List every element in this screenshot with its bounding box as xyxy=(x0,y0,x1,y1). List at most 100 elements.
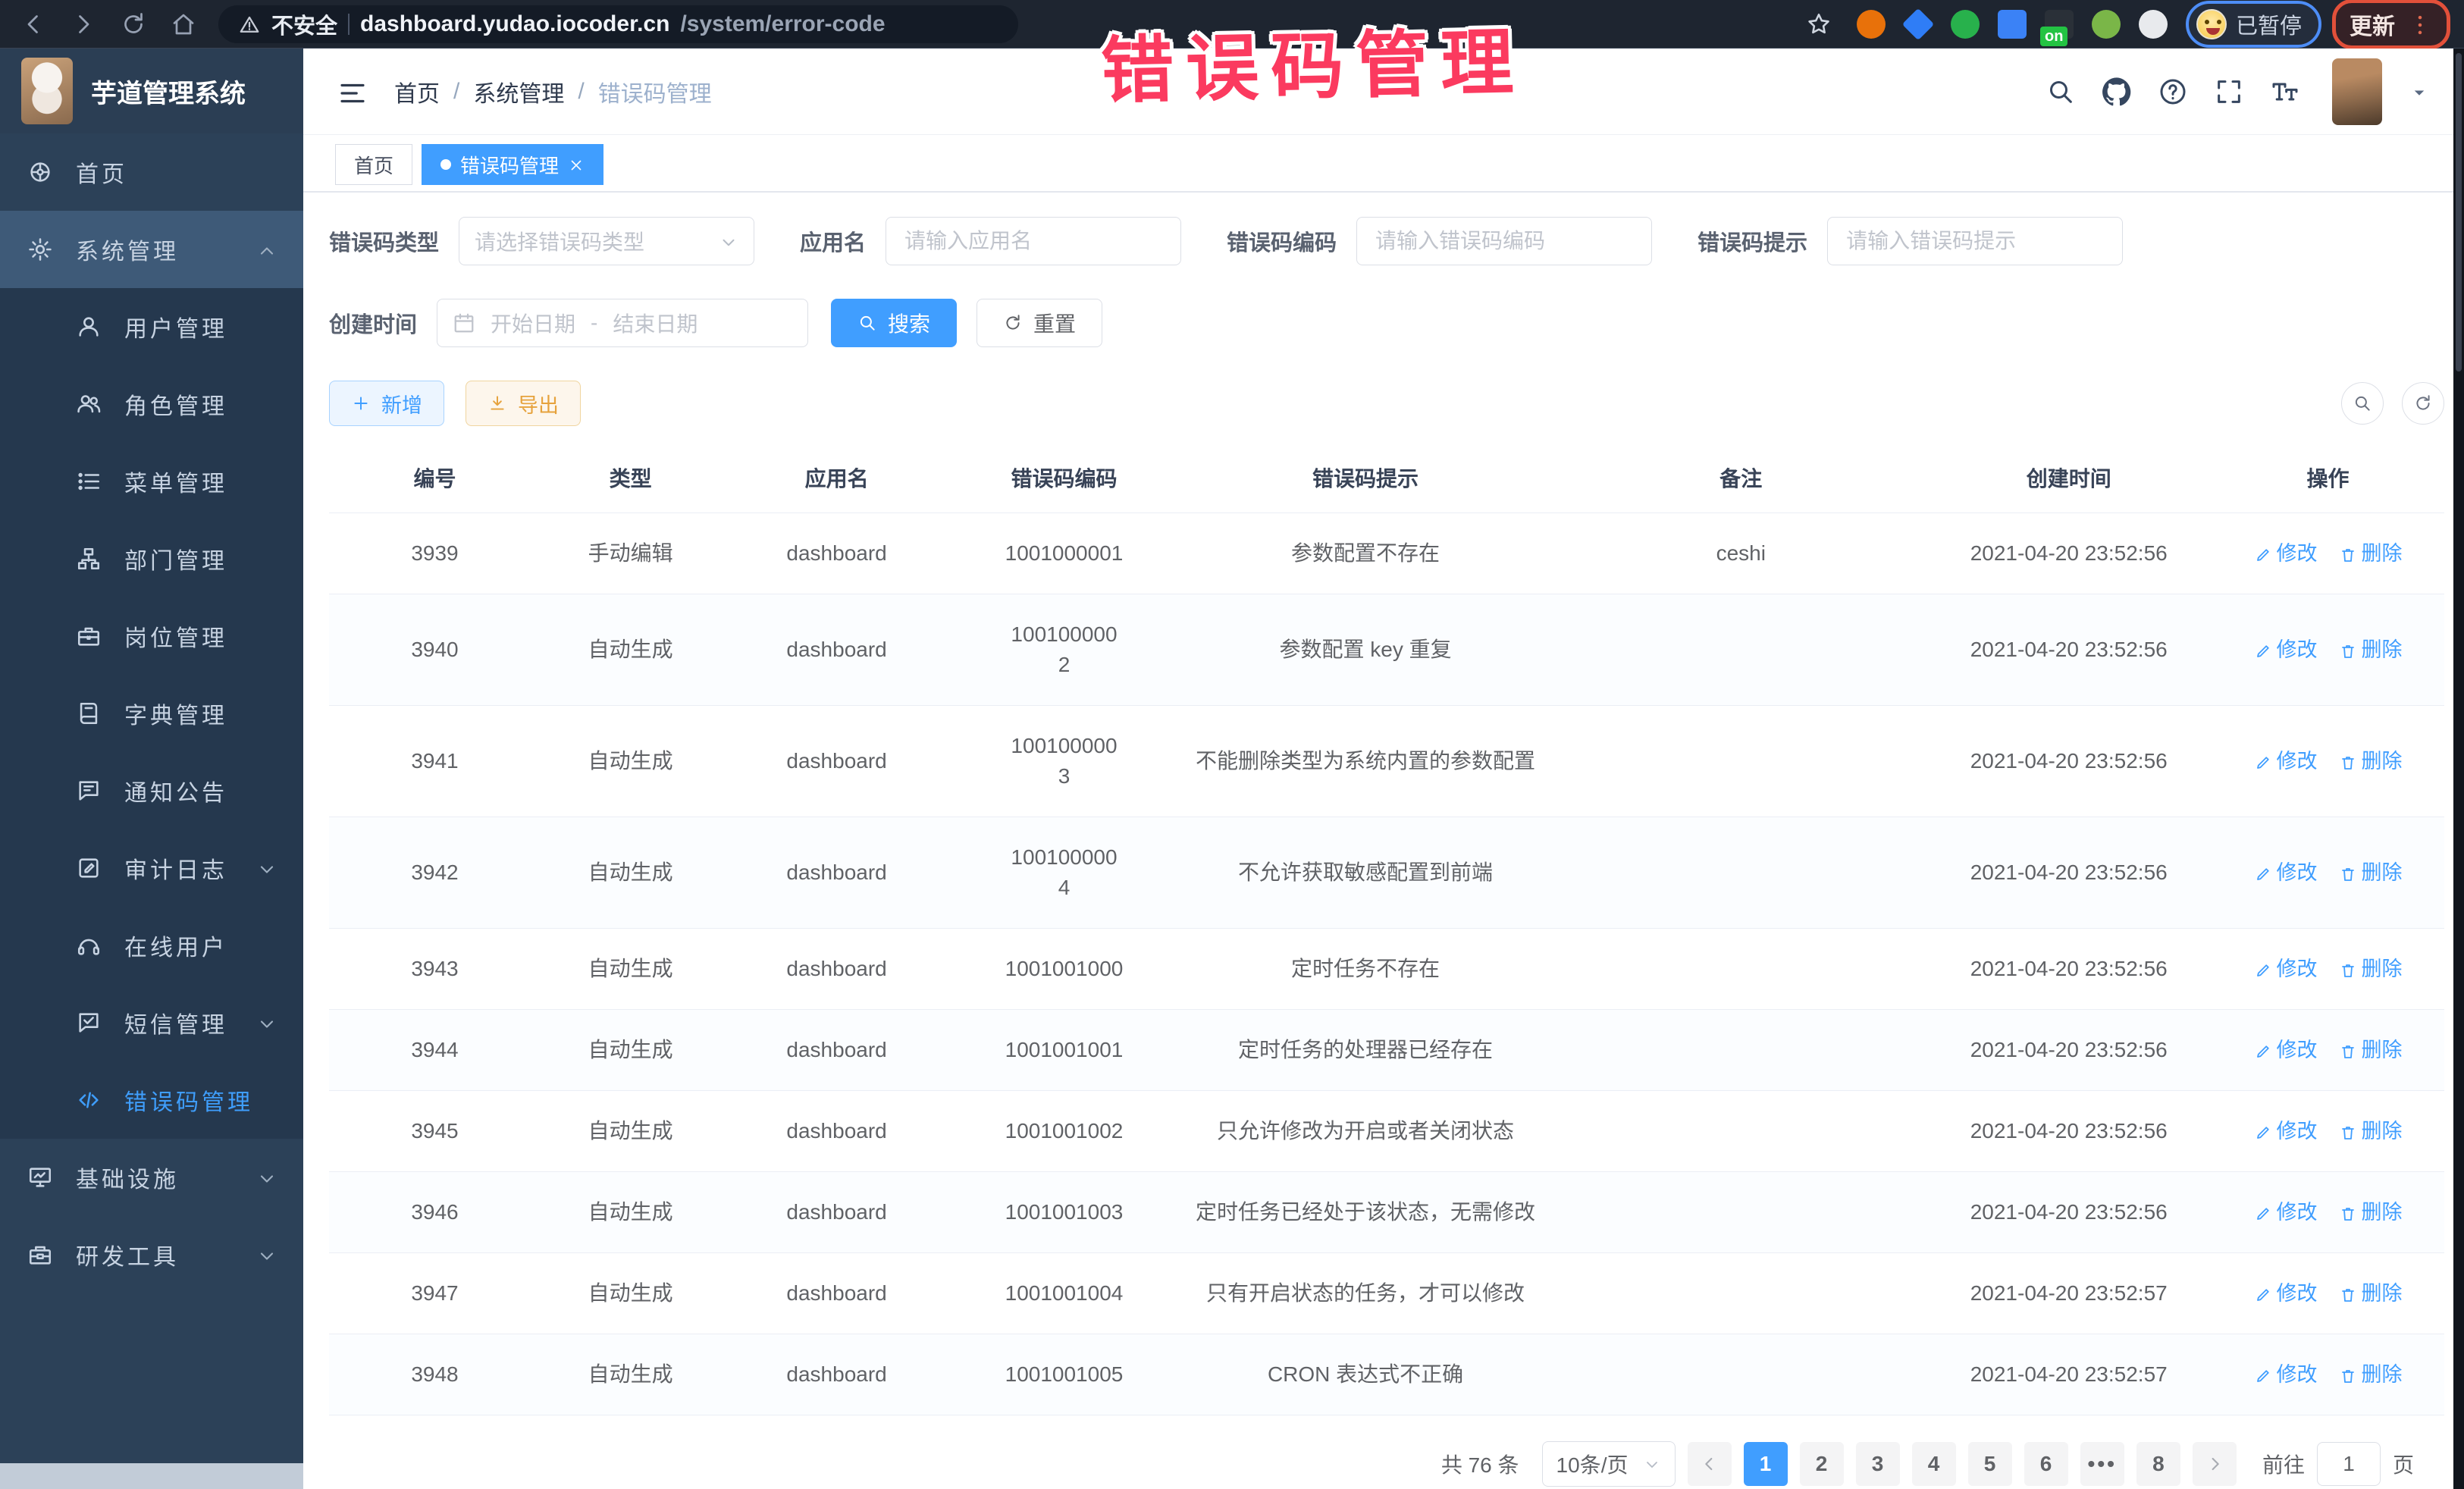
edit-link[interactable]: 修改 xyxy=(2254,1201,2318,1224)
delete-link[interactable]: 删除 xyxy=(2339,1363,2403,1386)
toggle-search-button[interactable] xyxy=(2341,382,2384,425)
delete-link[interactable]: 删除 xyxy=(2339,1201,2403,1224)
table-row[interactable]: 3939手动编辑dashboard1001000001参数配置不存在ceshi2… xyxy=(329,513,2444,594)
table-row[interactable]: 3943自动生成dashboard1001001000定时任务不存在2021-0… xyxy=(329,929,2444,1010)
user-menu-caret-icon[interactable] xyxy=(2408,79,2431,105)
sidebar-item-1[interactable]: 系统管理 xyxy=(0,211,303,288)
sidebar-item-8[interactable]: 通知公告 xyxy=(0,752,303,829)
table-row[interactable]: 3940自动生成dashboard1001000002参数配置 key 重复20… xyxy=(329,594,2444,706)
collapse-menu-icon[interactable] xyxy=(337,74,368,110)
app-logo[interactable]: 芋道管理系统 xyxy=(0,49,303,133)
edit-link[interactable]: 修改 xyxy=(2254,958,2318,980)
sidebar-item-5[interactable]: 部门管理 xyxy=(0,520,303,597)
date-range-picker[interactable]: 开始日期 - 结束日期 xyxy=(437,299,808,347)
delete-link[interactable]: 删除 xyxy=(2339,1282,2403,1305)
github-icon[interactable] xyxy=(2102,77,2132,107)
browser-home-icon[interactable] xyxy=(164,6,203,42)
extension-blue-grid[interactable] xyxy=(1998,10,2027,39)
page-button-3[interactable]: 3 xyxy=(1856,1442,1900,1486)
table-row[interactable]: 3947自动生成dashboard1001001004只有开启状态的任务，才可以… xyxy=(329,1253,2444,1334)
delete-link[interactable]: 删除 xyxy=(2339,958,2403,980)
extension-blue-gem[interactable] xyxy=(1902,8,1934,39)
edit-link[interactable]: 修改 xyxy=(2254,861,2318,884)
table-row[interactable]: 3948自动生成dashboard1001001005CRON 表达式不正确20… xyxy=(329,1334,2444,1415)
error-message-input[interactable] xyxy=(1827,217,2123,265)
window-scrollbar[interactable] xyxy=(2453,49,2464,1489)
breadcrumb-item[interactable]: 系统管理 xyxy=(473,75,564,108)
tab-首页[interactable]: 首页 xyxy=(335,144,412,185)
edit-link[interactable]: 修改 xyxy=(2254,1039,2318,1061)
page-button-6[interactable]: 6 xyxy=(2024,1442,2068,1486)
delete-link[interactable]: 删除 xyxy=(2339,750,2403,773)
table-row[interactable]: 3944自动生成dashboard1001001001定时任务的处理器已经存在2… xyxy=(329,1010,2444,1091)
prev-page-button[interactable] xyxy=(1688,1442,1732,1486)
sidebar-item-10[interactable]: 在线用户 xyxy=(0,907,303,984)
error-type-select[interactable]: 请选择错误码类型 xyxy=(459,217,754,265)
extension-list-on[interactable]: on xyxy=(2045,10,2074,39)
next-page-button[interactable] xyxy=(2193,1442,2237,1486)
sidebar-item-2[interactable]: 用户管理 xyxy=(0,288,303,365)
browser-reload-icon[interactable] xyxy=(114,6,153,42)
tab-错误码管理[interactable]: 错误码管理 xyxy=(422,144,603,185)
font-size-icon[interactable] xyxy=(2270,77,2300,107)
user-avatar[interactable] xyxy=(2332,58,2382,125)
delete-link[interactable]: 删除 xyxy=(2339,861,2403,884)
sidebar-scrollbar[interactable] xyxy=(0,1463,303,1489)
sidebar-item-13[interactable]: 基础设施 xyxy=(0,1139,303,1216)
edit-link[interactable]: 修改 xyxy=(2254,638,2318,661)
sidebar-item-11[interactable]: 短信管理 xyxy=(0,984,303,1061)
delete-link[interactable]: 删除 xyxy=(2339,638,2403,661)
page-button-5[interactable]: 5 xyxy=(1968,1442,2012,1486)
sidebar-item-4[interactable]: 菜单管理 xyxy=(0,443,303,520)
edit-link[interactable]: 修改 xyxy=(2254,1363,2318,1386)
page-size-select[interactable]: 10条/页 xyxy=(1542,1441,1676,1487)
delete-link[interactable]: 删除 xyxy=(2339,542,2403,565)
sidebar-item-3[interactable]: 角色管理 xyxy=(0,365,303,443)
delete-link[interactable]: 删除 xyxy=(2339,1039,2403,1061)
browser-forward-icon[interactable] xyxy=(64,6,103,42)
reset-button[interactable]: 重置 xyxy=(977,299,1102,347)
search-button[interactable]: 搜索 xyxy=(831,299,957,347)
close-tab-icon[interactable] xyxy=(568,155,585,174)
table-row[interactable]: 3941自动生成dashboard1001000003不能删除类型为系统内置的参… xyxy=(329,706,2444,817)
table-row[interactable]: 3945自动生成dashboard1001001002只允许修改为开启或者关闭状… xyxy=(329,1091,2444,1172)
export-button[interactable]: 导出 xyxy=(466,381,581,426)
goto-page-input[interactable] xyxy=(2317,1442,2381,1486)
extension-puzzle[interactable] xyxy=(2139,10,2168,39)
table-row[interactable]: 3942自动生成dashboard1001000004不允许获取敏感配置到前端2… xyxy=(329,817,2444,929)
sidebar-item-6[interactable]: 岗位管理 xyxy=(0,597,303,675)
page-button-8[interactable]: 8 xyxy=(2136,1442,2180,1486)
edit-link[interactable]: 修改 xyxy=(2254,1120,2318,1143)
browser-update-button[interactable]: 更新 xyxy=(2332,0,2450,49)
page-button-2[interactable]: 2 xyxy=(1800,1442,1844,1486)
app-name-input[interactable] xyxy=(886,217,1181,265)
header-search-icon[interactable] xyxy=(2045,77,2076,107)
error-code-input[interactable] xyxy=(1356,217,1652,265)
paused-extension-badge[interactable]: 已暂停 xyxy=(2186,1,2321,48)
help-icon[interactable] xyxy=(2158,77,2188,107)
extension-green-key[interactable] xyxy=(2092,10,2121,39)
breadcrumb-item[interactable]: 首页 xyxy=(394,75,440,108)
edit-link[interactable]: 修改 xyxy=(2254,542,2318,565)
extension-green-check[interactable] xyxy=(1951,10,1980,39)
edit-link[interactable]: 修改 xyxy=(2254,1282,2318,1305)
browser-back-icon[interactable] xyxy=(14,6,53,42)
edit-link[interactable]: 修改 xyxy=(2254,750,2318,773)
table-row[interactable]: 3946自动生成dashboard1001001003定时任务已经处于该状态，无… xyxy=(329,1172,2444,1253)
page-button-4[interactable]: 4 xyxy=(1912,1442,1956,1486)
extension-orange-ring[interactable] xyxy=(1857,10,1886,39)
address-bar[interactable]: 不安全 dashboard.yudao.iocoder.cn /system/e… xyxy=(218,5,1018,43)
delete-link[interactable]: 删除 xyxy=(2339,1120,2403,1143)
breadcrumb-item[interactable]: 错误码管理 xyxy=(598,75,712,108)
bookmark-star-icon[interactable] xyxy=(1799,6,1839,42)
more-pages-button[interactable]: ••• xyxy=(2080,1442,2124,1486)
sidebar-item-9[interactable]: 审计日志 xyxy=(0,829,303,907)
sidebar-item-0[interactable]: 首页 xyxy=(0,133,303,211)
add-button[interactable]: 新增 xyxy=(329,381,444,426)
refresh-table-button[interactable] xyxy=(2402,382,2444,425)
browser-menu-icon[interactable] xyxy=(2407,9,2433,39)
fullscreen-icon[interactable] xyxy=(2214,77,2244,107)
sidebar-item-14[interactable]: 研发工具 xyxy=(0,1216,303,1293)
sidebar-item-12[interactable]: 错误码管理 xyxy=(0,1061,303,1139)
sidebar-item-7[interactable]: 字典管理 xyxy=(0,675,303,752)
